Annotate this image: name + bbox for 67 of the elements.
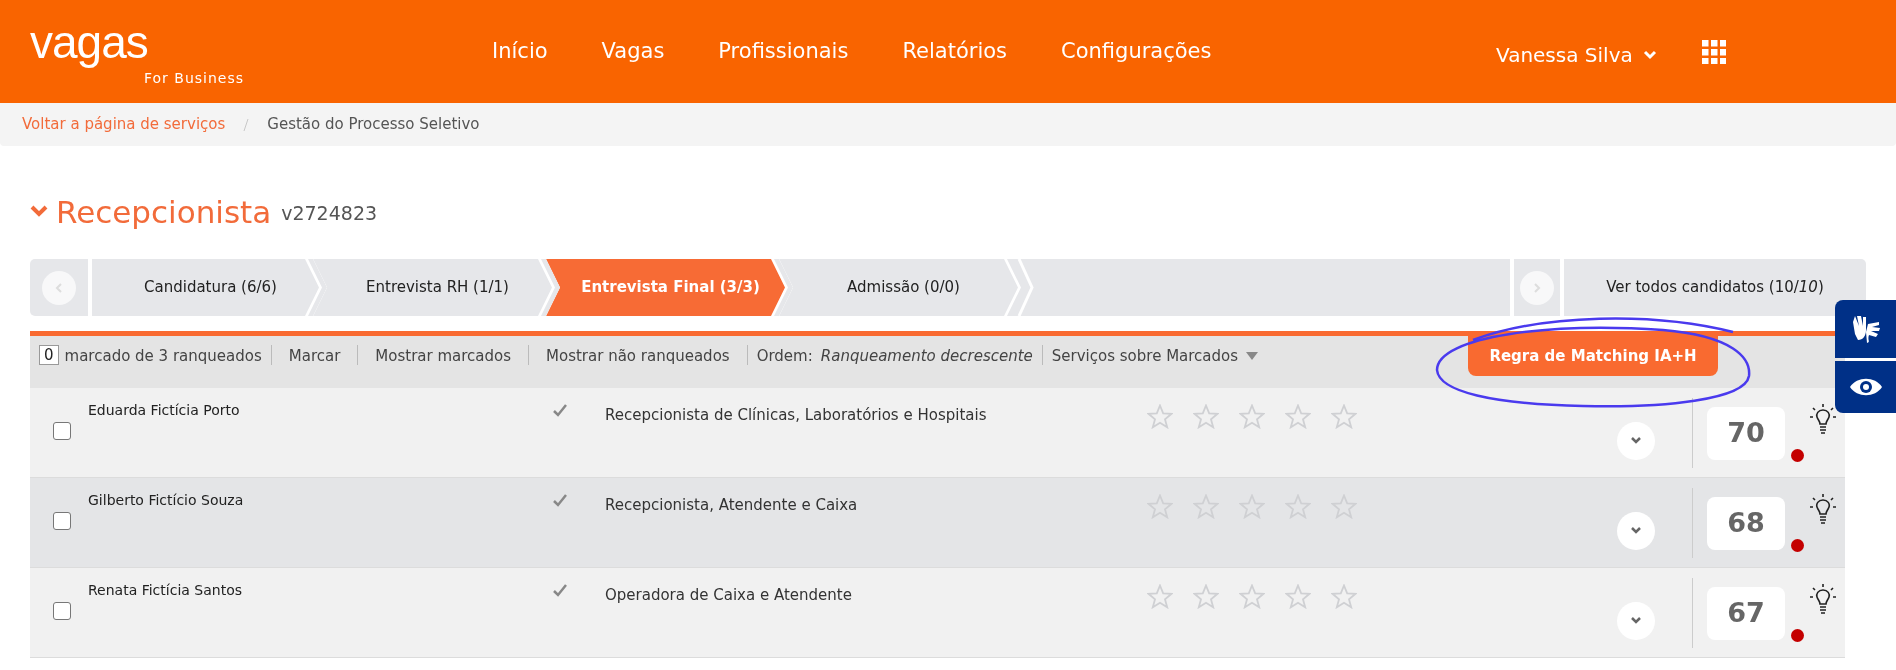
candidate-row[interactable]: Gilberto Fictício Souza Recepcionista, Atendente e Caixa 68 — [30, 478, 1845, 568]
star-icon[interactable] — [1285, 404, 1311, 429]
candidate-row[interactable]: Renata Fictícia Santos Operadora de Caixa e Atendente 67 — [30, 568, 1845, 658]
candidate-row[interactable]: Eduarda Fictícia Porto Recepcionista de Clínicas, Laboratórios e Hospitais 70 — [30, 388, 1845, 478]
chevron-down-icon — [1630, 527, 1642, 535]
order-link[interactable]: Ranqueamento decrescente — [820, 345, 1033, 368]
stage-tab[interactable]: Admissão (0/0) — [779, 259, 1018, 316]
services-dropdown[interactable]: Serviços sobre Marcados — [1051, 345, 1259, 368]
toolbar-link[interactable]: Mostrar marcados — [367, 345, 520, 368]
star-rating[interactable] — [1147, 584, 1357, 609]
star-icon[interactable] — [1239, 404, 1265, 429]
job-role: Operadora de Caixa e Atendente — [605, 585, 852, 606]
candidate-name: Eduarda Fictícia Porto — [88, 401, 240, 420]
star-icon[interactable] — [1331, 404, 1357, 429]
visibility-button[interactable] — [1835, 361, 1896, 413]
eye-icon — [1848, 376, 1883, 398]
lightbulb-icon[interactable] — [1808, 403, 1838, 435]
apps-grid-icon[interactable] — [1702, 40, 1726, 64]
caret-down-icon — [1246, 352, 1259, 361]
next-button[interactable] — [1520, 270, 1554, 305]
match-score: 70 — [1707, 407, 1785, 460]
candidate-name: Gilberto Fictício Souza — [88, 491, 244, 510]
chevron-right-icon — [1533, 281, 1541, 294]
marked-count: 0 — [39, 345, 59, 365]
chevron-down-icon[interactable] — [30, 205, 48, 217]
breadcrumb-current: Gestão do Processo Seletivo — [267, 114, 480, 136]
chevron-left-icon — [55, 281, 63, 294]
match-score: 68 — [1707, 497, 1785, 550]
checkmark-icon — [552, 583, 568, 597]
toolbar-link[interactable]: Mostrar não ranqueados — [538, 345, 738, 368]
match-score: 67 — [1707, 587, 1785, 640]
expand-button[interactable] — [1617, 602, 1655, 640]
tab-divider — [1017, 259, 1035, 316]
job-code: v2724823 — [281, 200, 378, 226]
candidate-name: Renata Fictícia Santos — [88, 581, 242, 600]
checkbox[interactable] — [53, 602, 71, 620]
chevron-down-icon — [1630, 437, 1642, 445]
expand-button[interactable] — [1617, 512, 1655, 550]
stage-tab[interactable]: Entrevista RH (1/1) — [313, 259, 552, 316]
star-icon[interactable] — [1147, 584, 1173, 609]
sign-language-button[interactable] — [1835, 300, 1896, 358]
checkmark-icon — [552, 493, 568, 507]
star-icon[interactable] — [1193, 584, 1219, 609]
breadcrumb-separator — [243, 117, 250, 132]
job-role: Recepcionista, Atendente e Caixa — [605, 495, 858, 516]
job-role: Recepcionista de Clínicas, Laboratórios e Hospitais — [605, 405, 987, 426]
chevron-down-icon — [1630, 617, 1642, 625]
expand-button[interactable] — [1617, 422, 1655, 460]
stage-tab[interactable]: Candidatura (6/6) — [92, 259, 319, 316]
lightbulb-icon[interactable] — [1808, 493, 1838, 525]
previous-button[interactable] — [42, 270, 76, 305]
all-candidates-tab[interactable]: Ver todos candidatos (10/10) — [1564, 259, 1866, 316]
job-title: Recepcionista — [56, 193, 272, 231]
chevron-down-icon — [1642, 50, 1657, 60]
checkbox[interactable] — [53, 512, 71, 530]
lightbulb-icon[interactable] — [1808, 583, 1838, 615]
star-rating[interactable] — [1147, 404, 1357, 429]
checkbox[interactable] — [53, 422, 71, 440]
star-icon[interactable] — [1147, 404, 1173, 429]
checkmark-icon — [552, 403, 568, 417]
star-icon[interactable] — [1331, 584, 1357, 609]
star-icon[interactable] — [1193, 404, 1219, 429]
marked-summary: marcado de 3 ranqueados — [64, 346, 262, 367]
toolbar-link[interactable]: Marcar — [280, 345, 349, 368]
star-icon[interactable] — [1285, 584, 1311, 609]
order-label: Ordem: — [756, 346, 813, 367]
star-icon[interactable] — [1239, 584, 1265, 609]
